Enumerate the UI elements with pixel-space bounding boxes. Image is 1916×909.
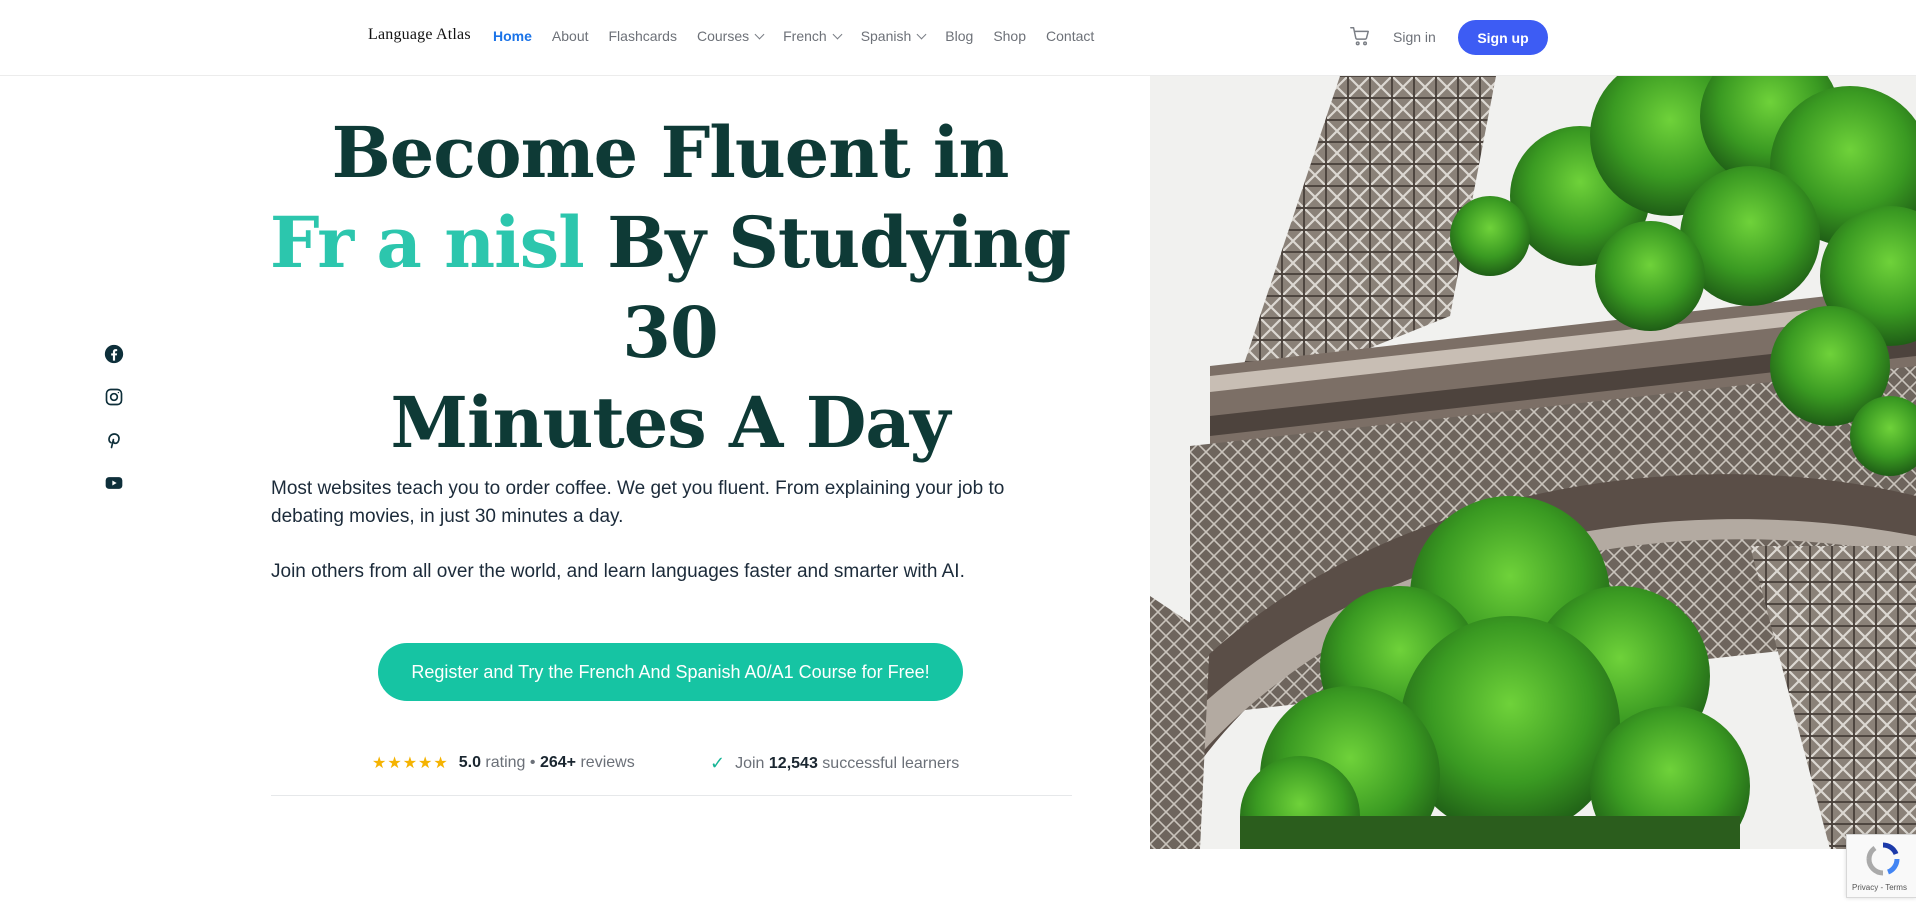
pinterest-icon[interactable] bbox=[104, 430, 124, 450]
nav-courses[interactable]: Courses bbox=[696, 28, 765, 44]
nav-spanish-label: Spanish bbox=[860, 28, 912, 44]
rating-word: rating bbox=[485, 754, 526, 771]
rating-stars: ★★★★★ bbox=[372, 755, 449, 772]
nav-french-label: French bbox=[783, 28, 827, 44]
chevron-down-icon bbox=[832, 29, 843, 39]
nav-shop[interactable]: Shop bbox=[993, 28, 1026, 44]
hero-headline: Become Fluent in Fr a nisl By Studying 3… bbox=[240, 108, 1100, 468]
signup-button[interactable]: Sign up bbox=[1458, 20, 1548, 55]
recaptcha-badge[interactable]: Privacy - Terms bbox=[1846, 834, 1916, 898]
nav-flashcards-label: Flashcards bbox=[608, 28, 677, 44]
main-nav: Home About Flashcards Courses French Spa… bbox=[493, 28, 1114, 44]
reviews-count: 264+ bbox=[539, 754, 577, 771]
hero-eiffel-tower-image bbox=[1150, 76, 1916, 849]
headline-line-3: Minutes A Day bbox=[390, 381, 951, 464]
check-icon: ✓ bbox=[710, 753, 726, 773]
signin-link[interactable]: Sign in bbox=[1393, 29, 1436, 45]
nav-about-label: About bbox=[551, 28, 589, 44]
recaptcha-links[interactable]: Privacy - Terms bbox=[1852, 883, 1907, 892]
nav-home-label: Home bbox=[493, 28, 532, 44]
youtube-icon[interactable] bbox=[104, 473, 124, 493]
learners-suffix: successful learners bbox=[822, 754, 960, 772]
headline-line-2: Fr a nisl By Studying 30 bbox=[240, 198, 1100, 378]
site-header: Language Atlas Home About Flashcards Cou… bbox=[0, 0, 1916, 76]
facebook-icon[interactable] bbox=[104, 344, 124, 364]
nav-flashcards[interactable]: Flashcards bbox=[609, 28, 677, 44]
nav-blog-label: Blog bbox=[945, 28, 974, 44]
learners-count: 12,543 bbox=[768, 754, 818, 772]
rating-separator: • bbox=[529, 754, 536, 771]
instagram-icon[interactable] bbox=[104, 387, 124, 407]
learners-join-word: Join bbox=[735, 754, 765, 772]
nav-about[interactable]: About bbox=[552, 28, 589, 44]
chevron-down-icon bbox=[916, 29, 927, 39]
nav-home[interactable]: Home bbox=[493, 28, 532, 44]
recaptcha-icon bbox=[1866, 842, 1900, 876]
nav-contact[interactable]: Contact bbox=[1046, 28, 1094, 44]
hero-paragraph-2: Join others from all over the world, and… bbox=[271, 561, 965, 582]
reviews-word: reviews bbox=[580, 754, 635, 771]
hero-divider bbox=[271, 795, 1072, 796]
cart-icon[interactable] bbox=[1349, 25, 1371, 47]
headline-line-1: Become Fluent in bbox=[331, 111, 1010, 194]
rating-summary: ★★★★★ 5.0 rating • 264+ reviews bbox=[372, 753, 635, 773]
site-logo[interactable]: Language Atlas bbox=[368, 26, 471, 44]
rating-score: 5.0 bbox=[458, 754, 481, 771]
chevron-down-icon bbox=[754, 29, 765, 39]
register-cta-button[interactable]: Register and Try the French And Spanish … bbox=[378, 643, 963, 701]
nav-courses-label: Courses bbox=[696, 28, 750, 44]
nav-blog[interactable]: Blog bbox=[945, 28, 973, 44]
nav-french[interactable]: French bbox=[783, 28, 843, 44]
nav-shop-label: Shop bbox=[993, 28, 1027, 44]
nav-contact-label: Contact bbox=[1046, 28, 1095, 44]
learners-summary: ✓ Join 12,543 successful learners bbox=[710, 753, 959, 774]
hero-paragraph-1: Most websites teach you to order coffee.… bbox=[271, 478, 1005, 527]
headline-line-2-rest: By Studying 30 bbox=[583, 201, 1071, 374]
rotating-language-word: Fr a nisl bbox=[269, 201, 585, 284]
nav-spanish[interactable]: Spanish bbox=[860, 28, 927, 44]
